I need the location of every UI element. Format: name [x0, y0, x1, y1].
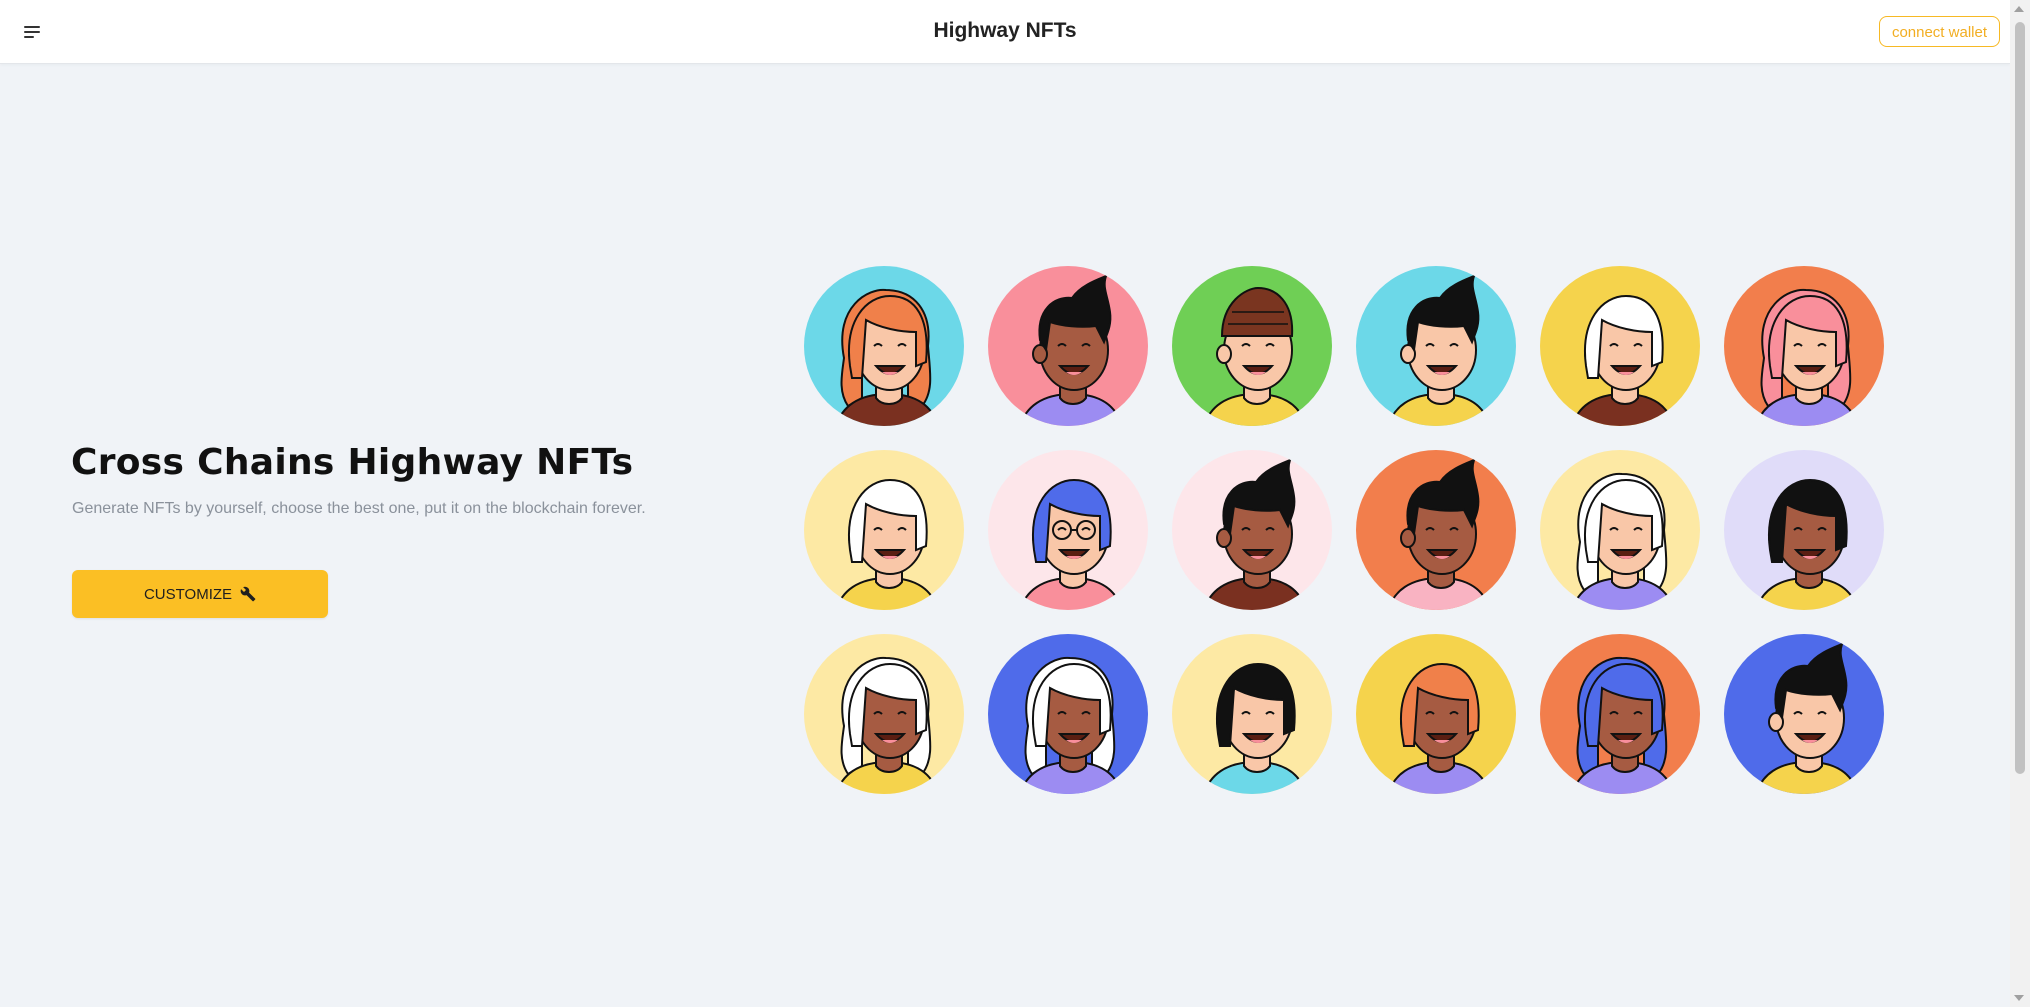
- nft-avatar[interactable]: [1356, 634, 1516, 794]
- avatar-illustration: [1724, 266, 1884, 426]
- nft-avatar[interactable]: [1540, 450, 1700, 610]
- avatar-illustration: [1356, 266, 1516, 426]
- nft-avatar[interactable]: [804, 266, 964, 426]
- wrench-icon: [240, 586, 256, 602]
- scroll-down-arrow-icon[interactable]: [2014, 995, 2024, 1001]
- top-navbar: Highway NFTs connect wallet: [0, 0, 2010, 64]
- avatar-illustration: [1172, 450, 1332, 610]
- hero-subtitle: Generate NFTs by yourself, choose the be…: [72, 500, 646, 517]
- nft-avatar-grid: [804, 266, 1884, 794]
- avatar-illustration: [1724, 634, 1884, 794]
- nft-avatar[interactable]: [1172, 266, 1332, 426]
- nft-avatar[interactable]: [1724, 634, 1884, 794]
- nft-avatar[interactable]: [804, 634, 964, 794]
- nft-avatar[interactable]: [1540, 266, 1700, 426]
- nft-avatar[interactable]: [1356, 266, 1516, 426]
- nft-avatar[interactable]: [804, 450, 964, 610]
- nft-avatar[interactable]: [988, 266, 1148, 426]
- scrollbar-thumb[interactable]: [2015, 22, 2025, 774]
- avatar-illustration: [988, 266, 1148, 426]
- customize-button[interactable]: CUSTOMIZE: [72, 570, 328, 618]
- nft-avatar[interactable]: [1172, 450, 1332, 610]
- app-title: Highway NFTs: [933, 19, 1077, 42]
- nft-avatar[interactable]: [1724, 450, 1884, 610]
- avatar-illustration: [1540, 634, 1700, 794]
- avatar-illustration: [1724, 450, 1884, 610]
- avatar-illustration: [1172, 266, 1332, 426]
- avatar-illustration: [988, 634, 1148, 794]
- nft-avatar[interactable]: [1540, 634, 1700, 794]
- avatar-illustration: [1356, 634, 1516, 794]
- avatar-illustration: [804, 450, 964, 610]
- nft-avatar[interactable]: [1172, 634, 1332, 794]
- page-scrollbar[interactable]: [2010, 0, 2030, 1007]
- nft-avatar[interactable]: [1724, 266, 1884, 426]
- avatar-illustration: [988, 450, 1148, 610]
- connect-wallet-button[interactable]: connect wallet: [1878, 16, 2000, 47]
- hero-title: Cross Chains Highway NFTs: [71, 442, 634, 483]
- avatar-illustration: [804, 634, 964, 794]
- avatar-illustration: [1172, 634, 1332, 794]
- nft-avatar[interactable]: [1356, 450, 1516, 610]
- nft-avatar[interactable]: [988, 450, 1148, 610]
- avatar-illustration: [804, 266, 964, 426]
- nft-avatar[interactable]: [988, 634, 1148, 794]
- avatar-illustration: [1356, 450, 1516, 610]
- customize-button-label: CUSTOMIZE: [143, 585, 233, 603]
- scroll-up-arrow-icon[interactable]: [2014, 6, 2024, 12]
- avatar-illustration: [1540, 266, 1700, 426]
- avatar-illustration: [1540, 450, 1700, 610]
